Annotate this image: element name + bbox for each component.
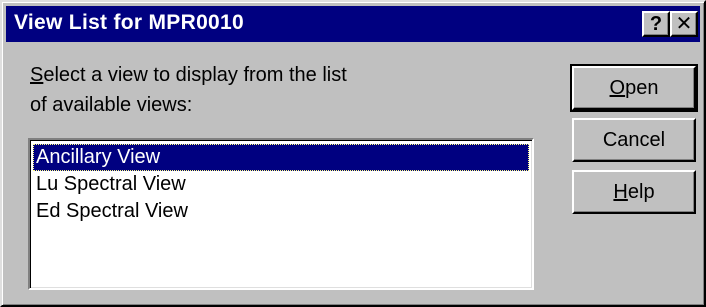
title-bar[interactable]: View List for MPR0010 ? ✕ (6, 6, 700, 42)
help-access-key: H (613, 181, 628, 203)
list-item-ed-spectral-view[interactable]: Ed Spectral View (33, 198, 529, 225)
help-label-rest: elp (627, 181, 655, 203)
instruction-line-2: of available views: (30, 94, 193, 116)
instruction-text: Select a view to display from the list o… (30, 60, 450, 120)
views-listbox[interactable]: Ancillary View Lu Spectral View Ed Spect… (28, 138, 534, 290)
view-list-dialog: View List for MPR0010 ? ✕ Select a view … (0, 0, 706, 307)
cancel-button[interactable]: Cancel (572, 118, 696, 162)
help-button[interactable]: Help (572, 170, 696, 214)
open-label-rest: pen (625, 77, 659, 99)
list-item-ancillary-view[interactable]: Ancillary View (33, 144, 529, 171)
close-icon[interactable]: ✕ (670, 11, 698, 37)
list-item-lu-spectral-view[interactable]: Lu Spectral View (33, 171, 529, 198)
dialog-title: View List for MPR0010 (14, 11, 244, 34)
instruction-line-1: Select a view to display from the list (30, 64, 347, 86)
help-question-icon[interactable]: ? (642, 11, 670, 37)
open-button[interactable]: Open (570, 64, 698, 112)
open-access-key: O (609, 77, 626, 99)
